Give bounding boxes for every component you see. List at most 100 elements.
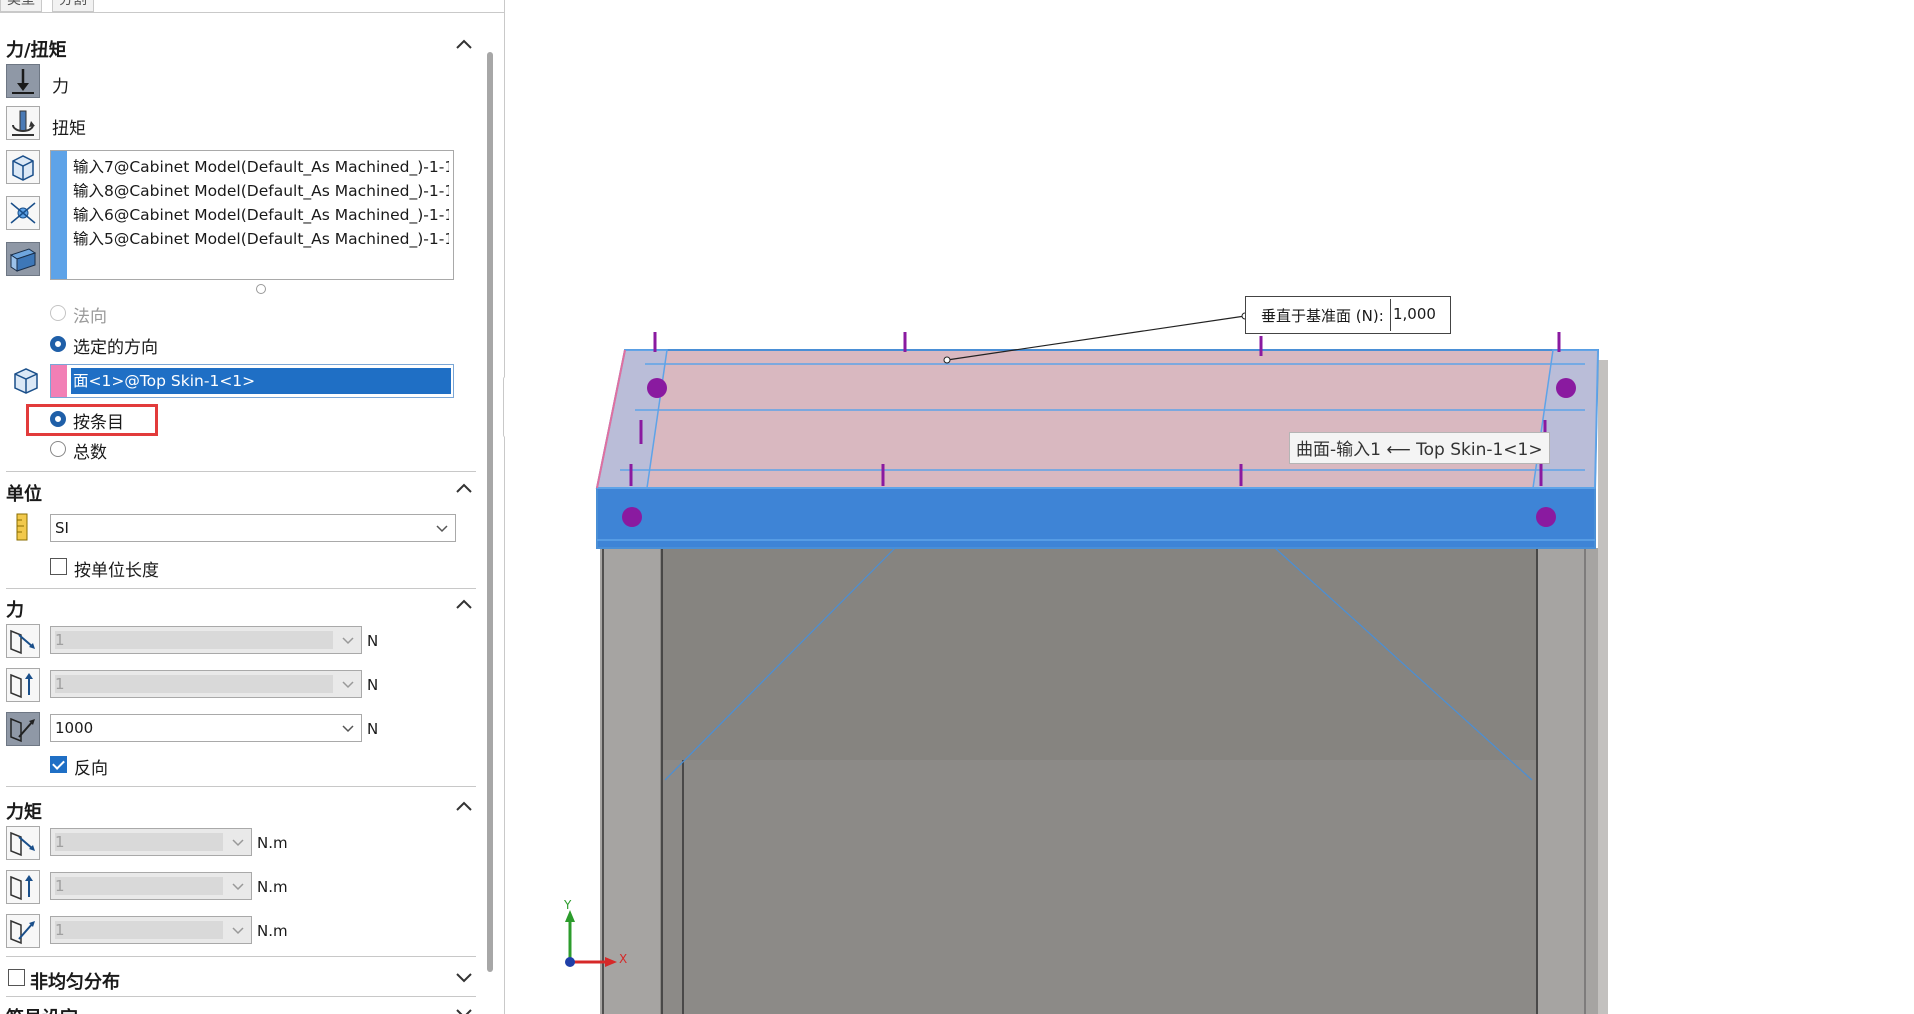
reverse-direction-checkbox[interactable] — [50, 756, 67, 773]
nonuniform-section-header[interactable]: 非均匀分布 — [6, 964, 476, 993]
per-unit-length-checkbox[interactable] — [50, 558, 67, 575]
chevron-down-icon[interactable] — [452, 966, 476, 990]
force-z-unit: N — [367, 720, 379, 738]
tab-split[interactable]: 分割 — [52, 0, 94, 12]
selection-item[interactable]: 输入8@Cabinet Model(Default_As Machined_)-… — [73, 179, 449, 201]
chevron-down-icon — [342, 637, 354, 645]
top-front-face[interactable] — [596, 487, 1596, 549]
graphics-viewport[interactable]: Y X 垂直于基准面 (N): 1,000 曲面-输入1 ⟵ Top Skin-… — [505, 0, 1914, 1014]
force-x-direction-button[interactable] — [6, 624, 40, 658]
torque-type-label: 扭矩 — [52, 119, 86, 139]
beam-select-button[interactable] — [6, 242, 40, 276]
chevron-up-icon[interactable] — [452, 594, 476, 618]
panel-scrollbar[interactable] — [487, 52, 493, 972]
selection-item[interactable]: 输入6@Cabinet Model(Default_As Machined_)-… — [73, 203, 449, 225]
joint-icon — [10, 202, 36, 224]
unit-system-value: SI — [55, 519, 69, 537]
force-type-button[interactable] — [6, 64, 40, 98]
total-radio[interactable] — [50, 441, 66, 457]
chevron-up-icon[interactable] — [452, 796, 476, 820]
units-section-header[interactable]: 单位 — [6, 476, 476, 505]
chevron-up-icon[interactable] — [452, 34, 476, 58]
torque-z-unit: N.m — [257, 922, 288, 940]
force-y-input[interactable]: 1 — [50, 670, 362, 698]
per-unit-length-label: 按单位长度 — [74, 561, 159, 581]
direction-ref-field[interactable]: 面<1>@Top Skin-1<1> — [50, 364, 454, 398]
force-type-label: 力 — [52, 77, 69, 97]
direction-ref-value: 面<1>@Top Skin-1<1> — [71, 368, 451, 394]
symbol-section-header[interactable]: 符号设定 — [6, 1000, 476, 1014]
chevron-down-icon — [342, 681, 354, 689]
selection-item[interactable]: 输入7@Cabinet Model(Default_As Machined_)-… — [73, 155, 449, 177]
selected-direction-radio[interactable] — [50, 336, 66, 352]
section-divider — [6, 588, 476, 589]
selection-item[interactable]: 输入5@Cabinet Model(Default_As Machined_)-… — [73, 227, 449, 249]
cube-face-icon — [12, 155, 34, 181]
chevron-down-icon[interactable] — [452, 1002, 476, 1014]
torque-x-unit: N.m — [257, 834, 288, 852]
torque-z-input[interactable]: 1 — [50, 916, 252, 944]
torque-z-direction-button[interactable] — [6, 914, 40, 948]
callout-label: 垂直于基准面 (N): — [1261, 307, 1384, 325]
beam-joint-button[interactable] — [6, 196, 40, 230]
direction-color-strip — [51, 365, 67, 397]
force-section-header[interactable]: 力 — [6, 592, 476, 621]
section-divider — [6, 786, 476, 787]
torque-y-input[interactable]: 1 — [50, 872, 252, 900]
torque-x-direction-button[interactable] — [6, 826, 40, 860]
chevron-down-icon — [232, 927, 244, 935]
direction-z-icon — [10, 919, 35, 945]
force-y-unit: N — [367, 676, 379, 694]
nonuniform-checkbox[interactable] — [8, 969, 25, 986]
tab-type[interactable]: 类型 — [0, 0, 42, 12]
chevron-up-icon[interactable] — [452, 478, 476, 502]
torque-x-value: 1 — [55, 833, 65, 851]
force-x-input[interactable]: 1 — [50, 626, 362, 654]
force-torque-section-header[interactable]: 力/扭矩 — [6, 32, 476, 61]
force-value-callout[interactable]: 垂直于基准面 (N): 1,000 — [1245, 296, 1451, 334]
face-tooltip: 曲面-输入1 ⟵ Top Skin-1<1> — [1289, 432, 1550, 464]
force-x-unit: N — [367, 632, 379, 650]
selection-list[interactable]: 输入7@Cabinet Model(Default_As Machined_)-… — [50, 150, 454, 280]
section-divider — [6, 956, 476, 957]
force-torque-section-title: 力/扭矩 — [6, 40, 67, 61]
total-label: 总数 — [73, 443, 107, 463]
left-frame — [600, 548, 660, 1014]
normal-label: 法向 — [73, 307, 107, 327]
cabinet-model[interactable] — [505, 0, 1914, 1014]
force-y-direction-button[interactable] — [6, 668, 40, 702]
beam-icon — [9, 248, 37, 272]
torque-y-direction-button[interactable] — [6, 870, 40, 904]
torque-x-input[interactable]: 1 — [50, 828, 252, 856]
nonuniform-section-title: 非均匀分布 — [30, 972, 120, 993]
face-select-button[interactable] — [6, 150, 40, 184]
list-resize-handle[interactable] — [256, 284, 266, 294]
selection-color-strip — [51, 151, 67, 279]
force-z-direction-button[interactable] — [6, 712, 40, 746]
per-item-radio[interactable] — [50, 411, 66, 427]
force-y-value: 1 — [55, 675, 65, 693]
unit-system-select[interactable]: SI — [50, 514, 456, 542]
chevron-down-icon — [232, 883, 244, 891]
triad-y-label: Y — [564, 898, 572, 912]
force-z-input[interactable]: 1000 — [50, 714, 362, 742]
direction-x-icon — [10, 831, 35, 857]
torque-y-value: 1 — [55, 877, 65, 895]
force-x-value: 1 — [55, 631, 65, 649]
per-item-label: 按条目 — [73, 413, 124, 433]
direction-y-icon — [10, 673, 33, 699]
torque-section-header[interactable]: 力矩 — [6, 794, 476, 823]
torque-section-title: 力矩 — [6, 802, 42, 823]
force-arrow-icon — [12, 69, 34, 94]
chevron-down-icon — [342, 725, 354, 733]
lower-panel — [662, 760, 1538, 1014]
direction-face-icon — [10, 364, 42, 396]
normal-radio[interactable] — [50, 305, 66, 321]
section-divider — [6, 996, 476, 997]
inner-panel — [662, 548, 1537, 780]
callout-value[interactable]: 1,000 — [1393, 305, 1436, 323]
torque-type-button[interactable] — [6, 106, 40, 140]
direction-y-icon — [10, 875, 33, 901]
symbol-section-title: 符号设定 — [6, 1004, 78, 1014]
top-skin-face[interactable] — [595, 349, 1600, 489]
